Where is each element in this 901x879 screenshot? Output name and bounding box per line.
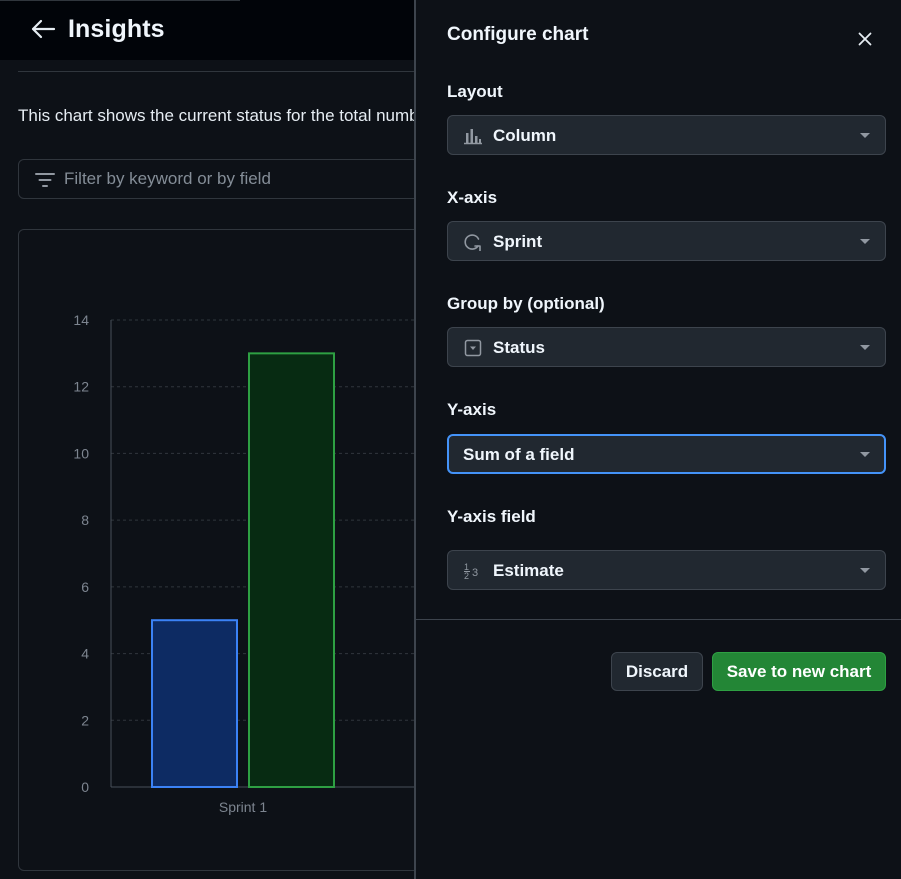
y-tick-label: 12 <box>73 379 89 395</box>
bar <box>151 619 238 789</box>
discard-button[interactable]: Discard <box>611 652 703 691</box>
chevron-down-icon <box>860 452 870 457</box>
xaxis-value: Sprint <box>493 232 543 251</box>
yfield-value: Estimate <box>493 561 564 580</box>
svg-text:3: 3 <box>472 567 478 579</box>
layout-value: Column <box>493 126 557 145</box>
y-tick-label: 2 <box>81 712 89 728</box>
iteration-icon <box>464 234 481 251</box>
layout-label: Layout <box>447 82 503 101</box>
top-bar-border <box>0 0 240 1</box>
x-icon <box>858 32 872 46</box>
filter-input[interactable] <box>64 160 414 198</box>
y-tick-label: 8 <box>81 512 89 528</box>
x-tick-label: Sprint 1 <box>219 799 267 815</box>
y-tick-label: 14 <box>73 312 89 328</box>
bar-chart: 0 2 4 6 8 10 12 14 Sprint 1 <box>73 312 439 815</box>
divider <box>18 71 414 72</box>
chevron-down-icon <box>860 133 870 138</box>
groupby-value: Status <box>493 338 545 357</box>
arrow-left-icon <box>31 19 56 39</box>
chevron-down-icon <box>860 568 870 573</box>
yaxis-label: Y-axis <box>447 400 497 419</box>
column-chart-icon <box>464 129 482 145</box>
y-tick-label: 10 <box>73 445 89 461</box>
yaxis-select[interactable]: Sum of a field <box>447 434 886 474</box>
panel-title: Configure chart <box>447 24 589 45</box>
filter-bar <box>18 159 438 199</box>
svg-text:2: 2 <box>464 571 469 580</box>
y-tick-label: 6 <box>81 579 89 595</box>
back-button[interactable] <box>28 14 58 44</box>
chevron-down-icon <box>860 345 870 350</box>
xaxis-label: X-axis <box>447 188 498 207</box>
yaxis-value: Sum of a field <box>463 445 575 464</box>
chart-description: This chart shows the current status for … <box>18 106 414 125</box>
yfield-select[interactable]: 1 2 3 Estimate <box>447 550 886 590</box>
y-tick-label: 0 <box>81 779 89 795</box>
number-icon: 1 2 3 <box>464 562 478 580</box>
chart-card: 0 2 4 6 8 10 12 14 Sprint 1 <box>18 229 439 871</box>
yfield-label: Y-axis field <box>447 507 536 526</box>
top-bar: Insights <box>0 0 414 60</box>
save-to-new-chart-button[interactable]: Save to new chart <box>712 652 886 691</box>
chevron-down-icon <box>860 239 870 244</box>
panel-divider <box>416 619 901 620</box>
close-button[interactable] <box>854 28 876 50</box>
groupby-select[interactable]: Status <box>447 327 886 367</box>
filter-icon <box>35 173 55 187</box>
y-tick-label: 4 <box>81 646 89 662</box>
page-title: Insights <box>68 15 165 43</box>
groupby-label: Group by (optional) <box>447 294 605 313</box>
single-select-icon <box>464 339 482 357</box>
bar <box>248 352 335 788</box>
layout-select[interactable]: Column <box>447 115 886 155</box>
configure-chart-panel: Configure chart Layout Column X-axis Spr… <box>414 0 901 879</box>
xaxis-select[interactable]: Sprint <box>447 221 886 261</box>
